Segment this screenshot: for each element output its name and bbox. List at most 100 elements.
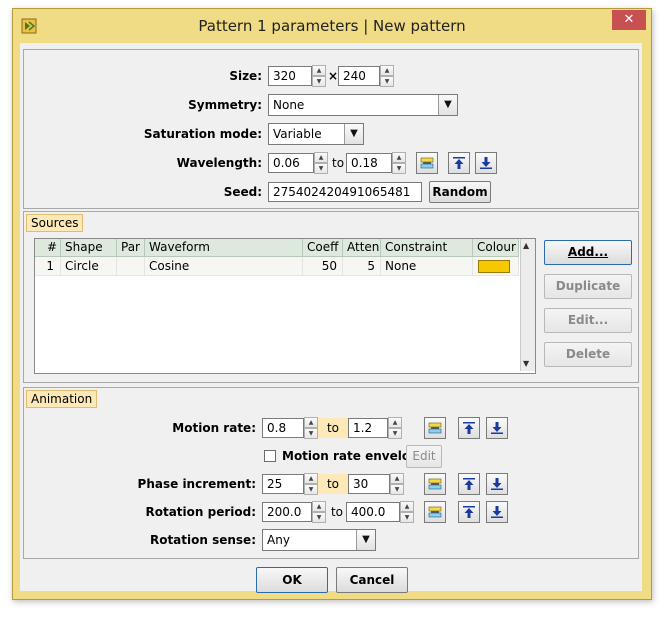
column-header[interactable]: Par (117, 239, 145, 257)
spin-down-icon[interactable]: ▼ (380, 76, 394, 87)
phase-min-input[interactable]: 25 (262, 474, 304, 494)
cell-atten[interactable]: 5 (343, 257, 381, 276)
spin-up-icon[interactable]: ▲ (388, 417, 402, 428)
spin-down-icon[interactable]: ▼ (388, 428, 402, 439)
spin-up-icon[interactable]: ▲ (400, 501, 414, 512)
spin-up-icon[interactable]: ▲ (314, 152, 328, 163)
spin-up-icon[interactable]: ▲ (304, 417, 318, 428)
motion-rate-up-button[interactable] (458, 417, 480, 439)
rotation-sense-select[interactable]: Any ▼ (262, 529, 376, 551)
motion-rate-swap-button[interactable] (424, 417, 446, 439)
wavelength-min-input[interactable]: 0.06 (268, 153, 314, 173)
motion-rate-envelope-checkbox[interactable] (264, 450, 276, 462)
spin-up-icon[interactable]: ▲ (312, 501, 326, 512)
phase-swap-button[interactable] (424, 473, 446, 495)
motion-rate-max-input[interactable]: 1.2 (348, 418, 388, 438)
phase-down-button[interactable] (486, 473, 508, 495)
phase-min-spinner[interactable]: ▲ ▼ (304, 473, 318, 495)
cell-par[interactable] (117, 257, 145, 276)
edit-source-button[interactable]: Edit... (544, 308, 632, 333)
size-width-input[interactable]: 320 (268, 66, 312, 86)
wavelength-min-spinner[interactable]: ▲ ▼ (314, 152, 328, 174)
spin-up-icon[interactable]: ▲ (312, 65, 326, 76)
spin-down-icon[interactable]: ▼ (312, 512, 326, 523)
column-header[interactable]: Constraint (381, 239, 473, 257)
phase-max-input[interactable]: 30 (348, 474, 390, 494)
saturation-mode-select[interactable]: Variable ▼ (268, 123, 364, 145)
chevron-down-icon[interactable]: ▼ (344, 124, 363, 144)
close-button[interactable]: ✕ (612, 10, 646, 30)
wavelength-up-button[interactable] (448, 152, 470, 174)
rotation-down-button[interactable] (486, 501, 508, 523)
spin-down-icon[interactable]: ▼ (392, 163, 406, 174)
cell-shape[interactable]: Circle (61, 257, 117, 276)
chevron-down-icon[interactable]: ▼ (438, 95, 457, 115)
spin-down-icon[interactable]: ▼ (314, 163, 328, 174)
ok-button[interactable]: OK (256, 567, 328, 593)
title-bar[interactable]: Pattern 1 parameters | New pattern ✕ (13, 9, 651, 43)
random-button[interactable]: Random (429, 181, 491, 203)
column-header[interactable]: Colour (473, 239, 519, 257)
rotation-swap-button[interactable] (424, 501, 446, 523)
seed-input[interactable]: 275402420491065481 (268, 182, 422, 202)
phase-max-spinner[interactable]: ▲ ▼ (390, 473, 404, 495)
add-source-button[interactable]: Add... (544, 240, 632, 265)
column-header[interactable]: Shape (61, 239, 117, 257)
cancel-button[interactable]: Cancel (336, 567, 408, 593)
size-height-input[interactable]: 240 (338, 66, 380, 86)
column-header[interactable]: Coeff (303, 239, 343, 257)
spin-up-icon[interactable]: ▲ (392, 152, 406, 163)
motion-rate-max-spinner[interactable]: ▲ ▼ (388, 417, 402, 439)
size-height-spinner[interactable]: ▲ ▼ (380, 65, 394, 87)
cell-coeff[interactable]: 50 (303, 257, 343, 276)
spin-down-icon[interactable]: ▼ (312, 76, 326, 87)
rotation-up-button[interactable] (458, 501, 480, 523)
spin-up-icon[interactable]: ▲ (380, 65, 394, 76)
phase-up-button[interactable] (458, 473, 480, 495)
wavelength-down-button[interactable] (475, 152, 497, 174)
rotation-min-input[interactable]: 200.0 (262, 502, 312, 522)
envelope-edit-label: Edit (412, 449, 436, 463)
motion-rate-down-button[interactable] (486, 417, 508, 439)
duplicate-source-button[interactable]: Duplicate (544, 274, 632, 299)
column-header[interactable]: # (35, 239, 61, 257)
scroll-up-icon[interactable]: ▲ (523, 241, 529, 250)
spin-up-icon[interactable]: ▲ (304, 473, 318, 484)
size-width-spinner[interactable]: ▲ ▼ (312, 65, 326, 87)
motion-rate-min-spinner[interactable]: ▲ ▼ (304, 417, 318, 439)
column-header[interactable]: Atten (343, 239, 381, 257)
cell-constraint[interactable]: None (381, 257, 473, 276)
cell-num[interactable]: 1 (35, 257, 61, 276)
wavelength-max-spinner[interactable]: ▲ ▼ (392, 152, 406, 174)
column-header[interactable]: Waveform (145, 239, 303, 257)
wavelength-max-input[interactable]: 0.18 (346, 153, 392, 173)
animation-panel: Animation Motion rate: 0.8 ▲ ▼ to 1.2 ▲ ▼ … (23, 387, 639, 559)
rotation-max-spinner[interactable]: ▲ ▼ (400, 501, 414, 523)
arrow-up-icon (463, 506, 475, 518)
close-icon[interactable]: ✕ (624, 12, 635, 27)
spin-up-icon[interactable]: ▲ (390, 473, 404, 484)
scroll-down-icon[interactable]: ▼ (523, 359, 529, 368)
cell-waveform[interactable]: Cosine (145, 257, 303, 276)
motion-rate-min-input[interactable]: 0.8 (262, 418, 304, 438)
rotation-to-label: to (330, 505, 344, 519)
spin-down-icon[interactable]: ▼ (304, 484, 318, 495)
rotation-min-spinner[interactable]: ▲ ▼ (312, 501, 326, 523)
motion-rate-to-label: to (318, 418, 348, 438)
edit-source-label: Edit... (567, 313, 609, 327)
wavelength-swap-button[interactable] (416, 152, 438, 174)
arrow-up-icon (463, 478, 475, 490)
spin-down-icon[interactable]: ▼ (304, 428, 318, 439)
symmetry-select[interactable]: None ▼ (268, 94, 458, 116)
chevron-down-icon[interactable]: ▼ (356, 530, 375, 550)
rotation-max-input[interactable]: 400.0 (346, 502, 400, 522)
cell-colour[interactable] (473, 257, 519, 276)
swap-icon (420, 157, 434, 169)
arrow-down-icon (491, 506, 503, 518)
arrow-up-icon (453, 157, 465, 169)
table-scrollbar[interactable]: ▲ ▼ (520, 239, 535, 371)
delete-source-button[interactable]: Delete (544, 342, 632, 367)
spin-down-icon[interactable]: ▼ (400, 512, 414, 523)
spin-down-icon[interactable]: ▼ (390, 484, 404, 495)
envelope-edit-button[interactable]: Edit (406, 445, 442, 468)
